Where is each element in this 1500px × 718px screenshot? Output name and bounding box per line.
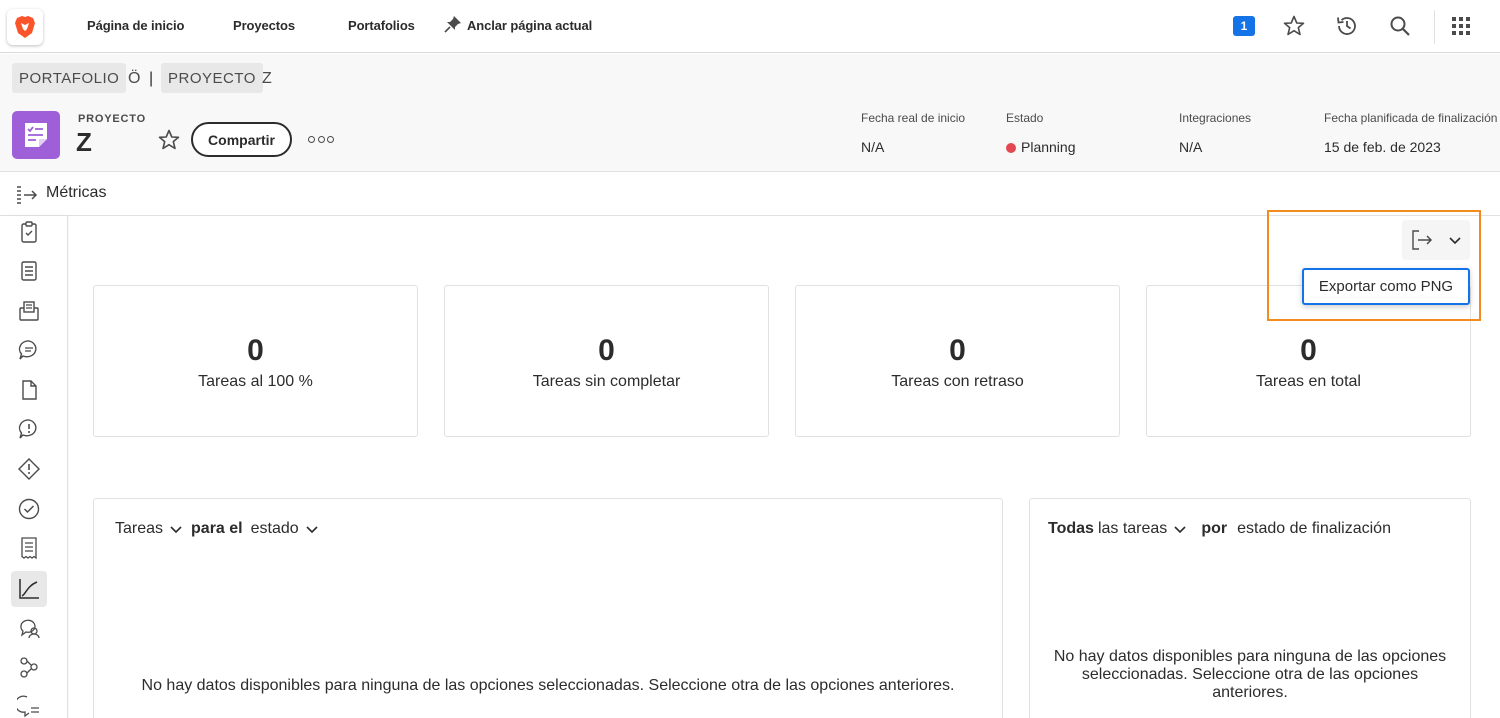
status-label: Estado bbox=[1006, 111, 1044, 125]
file-icon[interactable] bbox=[17, 378, 41, 402]
panel-filters: Tareas para el estado bbox=[115, 520, 333, 538]
star-icon[interactable] bbox=[1282, 14, 1306, 38]
status-value[interactable]: Planning bbox=[1006, 139, 1076, 155]
metrics-chart-icon[interactable] bbox=[17, 577, 41, 601]
integrations-value: N/A bbox=[1179, 139, 1203, 155]
export-icon bbox=[1412, 230, 1433, 250]
chevron-down-icon[interactable] bbox=[1448, 233, 1462, 247]
empty-state-message: No hay datos disponibles para ninguna de… bbox=[141, 677, 955, 694]
metric-card-late: 0 Tareas con retraso bbox=[795, 285, 1120, 437]
workflow-icon[interactable] bbox=[17, 655, 41, 679]
dot-icon bbox=[327, 135, 334, 143]
actual-start-label: Fecha real de inicio bbox=[861, 111, 966, 125]
checklist-icon bbox=[25, 123, 47, 147]
discussion-people-icon[interactable] bbox=[17, 616, 41, 640]
integrations-label: Integraciones bbox=[1179, 111, 1252, 125]
actual-start-value: N/A bbox=[861, 139, 885, 155]
group-by-select[interactable]: estado bbox=[251, 520, 299, 538]
project-header: PROYECTO Z Compartir Fecha real de inici… bbox=[0, 102, 1500, 172]
nav-projects-link[interactable]: Proyectos bbox=[233, 18, 295, 33]
project-title: Z bbox=[76, 127, 92, 157]
brand-lion-icon bbox=[15, 16, 35, 38]
scope-select-bold[interactable]: Todas bbox=[1048, 520, 1094, 538]
panel-connector: por bbox=[1201, 520, 1228, 537]
metric-label: Tareas sin completar bbox=[532, 373, 681, 390]
help-list-icon[interactable] bbox=[17, 694, 41, 718]
metric-value: 0 bbox=[598, 334, 615, 367]
metric-label: Tareas en total bbox=[1256, 373, 1361, 390]
section-title-bar: Métricas bbox=[0, 172, 1500, 216]
breadcrumb-project-name[interactable]: Z bbox=[262, 70, 272, 88]
breadcrumb-portfolio-label[interactable]: PORTAFOLIO bbox=[12, 63, 127, 93]
metric-card-complete: 0 Tareas al 100 % bbox=[93, 285, 418, 437]
export-png-menu-item[interactable]: Exportar como PNG bbox=[1302, 268, 1470, 305]
chevron-down-icon[interactable] bbox=[1173, 522, 1187, 536]
panel-filters: Todas las tareas por estado de finalizac… bbox=[1048, 520, 1391, 538]
all-tasks-completion-panel: Todas las tareas por estado de finalizac… bbox=[1029, 498, 1471, 718]
empty-state-message: No hay datos disponibles para ninguna de… bbox=[1030, 648, 1470, 702]
app-logo[interactable] bbox=[7, 9, 43, 45]
nav-home-link[interactable]: Página de inicio bbox=[87, 18, 184, 33]
chevron-down-icon[interactable] bbox=[169, 522, 183, 536]
pin-icon[interactable] bbox=[444, 15, 462, 33]
dot-icon bbox=[317, 135, 325, 143]
document-lines-icon[interactable] bbox=[17, 259, 41, 283]
breadcrumb-project-label[interactable]: PROYECTO bbox=[161, 63, 263, 93]
empty-state-line: seleccionadas. Seleccione otra de las op… bbox=[1081, 666, 1419, 683]
empty-state-line: No hay datos disponibles para ninguna de… bbox=[1053, 648, 1447, 665]
risk-diamond-icon[interactable] bbox=[17, 457, 41, 481]
search-icon[interactable] bbox=[1388, 14, 1412, 38]
tasks-by-status-panel: Tareas para el estado No hay datos dispo… bbox=[93, 498, 1003, 718]
metric-value: 0 bbox=[1300, 334, 1317, 367]
breadcrumb-portfolio-name[interactable]: Ö bbox=[128, 70, 140, 88]
project-icon bbox=[12, 111, 60, 159]
panel-connector: para el bbox=[191, 520, 243, 537]
left-sidebar bbox=[0, 216, 68, 718]
approval-check-icon[interactable] bbox=[17, 497, 41, 521]
history-icon[interactable] bbox=[1335, 14, 1359, 38]
notification-badge[interactable]: 1 bbox=[1233, 16, 1255, 36]
planned-completion-value: 15 de feb. de 2023 bbox=[1324, 139, 1441, 155]
export-button[interactable] bbox=[1402, 220, 1470, 260]
page-title: Métricas bbox=[46, 184, 107, 201]
status-dot-icon bbox=[1006, 143, 1016, 153]
more-options-button[interactable] bbox=[308, 130, 334, 148]
stacked-documents-icon[interactable] bbox=[17, 299, 41, 323]
scope-select-rest[interactable]: las tareas bbox=[1098, 520, 1167, 538]
task-type-select[interactable]: Tareas bbox=[115, 520, 163, 538]
favorite-star-icon[interactable] bbox=[157, 128, 181, 152]
dot-icon bbox=[308, 135, 315, 143]
collapse-panel-icon[interactable] bbox=[16, 183, 38, 205]
metric-label: Tareas al 100 % bbox=[198, 373, 313, 390]
planned-completion-label: Fecha planificada de finalización bbox=[1324, 111, 1498, 125]
status-text: Planning bbox=[1021, 139, 1076, 155]
share-button[interactable]: Compartir bbox=[191, 122, 292, 157]
breadcrumb-separator: | bbox=[149, 70, 154, 87]
project-kicker: PROYECTO bbox=[78, 113, 146, 125]
top-navigation-bar: Página de inicio Proyectos Portafolios A… bbox=[0, 0, 1500, 53]
metric-label: Tareas con retraso bbox=[891, 373, 1024, 390]
comment-icon[interactable] bbox=[17, 338, 41, 362]
metric-value: 0 bbox=[949, 334, 966, 367]
group-by-select[interactable]: estado de finalización bbox=[1237, 520, 1391, 538]
issue-bubble-icon[interactable] bbox=[17, 417, 41, 441]
receipt-icon[interactable] bbox=[17, 536, 41, 560]
empty-state-line: anteriores. bbox=[1212, 684, 1288, 701]
nav-portfolios-link[interactable]: Portafolios bbox=[348, 18, 415, 33]
toolbar-divider bbox=[1434, 10, 1435, 44]
app-grid-icon[interactable] bbox=[1449, 14, 1473, 38]
metric-card-total: 0 Tareas en total bbox=[1146, 285, 1471, 437]
chevron-down-icon[interactable] bbox=[305, 522, 319, 536]
metric-value: 0 bbox=[247, 334, 264, 367]
clipboard-check-icon[interactable] bbox=[17, 220, 41, 244]
pin-page-link[interactable]: Anclar página actual bbox=[467, 18, 592, 33]
breadcrumb: PORTAFOLIO Ö | PROYECTO Z bbox=[0, 54, 1500, 102]
metric-card-incomplete: 0 Tareas sin completar bbox=[444, 285, 769, 437]
